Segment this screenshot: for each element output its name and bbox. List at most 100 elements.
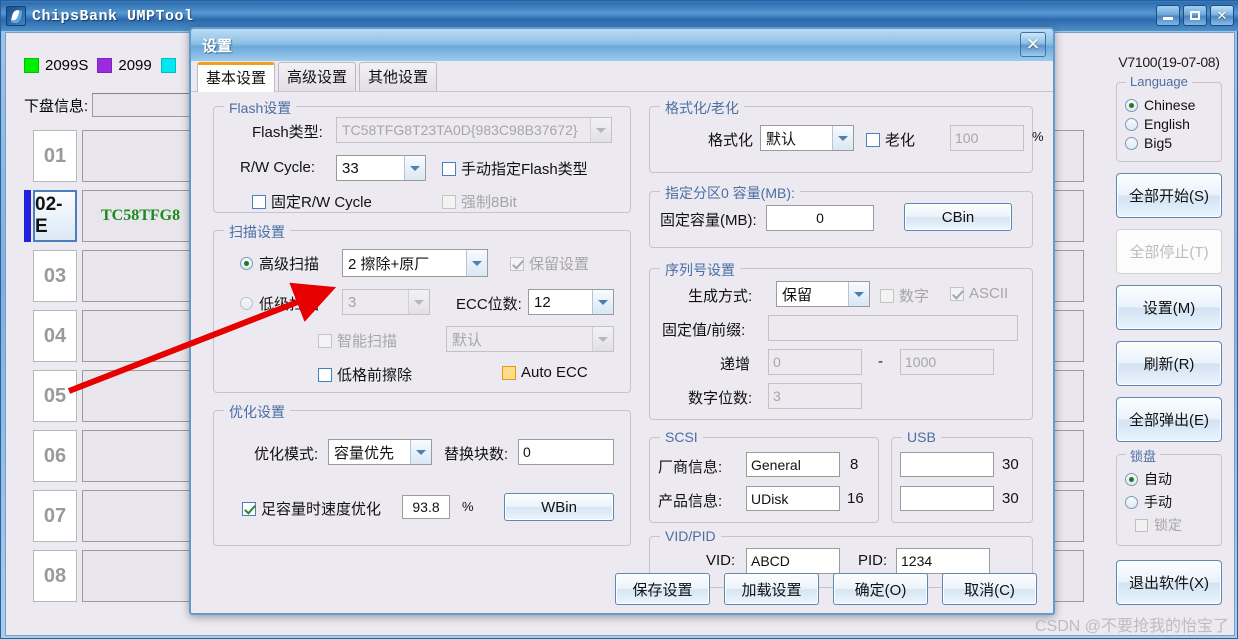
radio-icon (1125, 472, 1138, 486)
aging-value: 100 (955, 130, 979, 146)
save-settings-button[interactable]: 保存设置 (615, 573, 710, 605)
partition-capacity-group: 指定分区0 容量(MB): 固定容量(MB): 0 CBin (649, 183, 1033, 248)
optimize-mode-label: 优化模式: (254, 446, 319, 463)
product-input[interactable]: UDisk (746, 486, 840, 511)
radio-icon (1125, 495, 1138, 509)
load-settings-button[interactable]: 加载设置 (724, 573, 819, 605)
language-option-big5[interactable]: Big5 (1125, 135, 1215, 151)
ok-button[interactable]: 确定(O) (833, 573, 928, 605)
watermark-text: CSDN @不要抢我的怡宝了 (1034, 618, 1229, 635)
window-controls: ✕ (1156, 5, 1234, 26)
language-option-label: English (1144, 116, 1190, 132)
radio-icon (240, 257, 253, 270)
fixed-rw-cycle-label: 固定R/W Cycle (271, 194, 372, 211)
product-value: UDisk (751, 490, 789, 507)
digits-input: 3 (768, 383, 862, 409)
lock-option-auto[interactable]: 自动 (1125, 469, 1215, 489)
increment-to-value: 1000 (905, 354, 937, 370)
advanced-scan-combo[interactable]: 2 擦除+原厂 (342, 249, 488, 277)
vendor-value: General (751, 456, 801, 473)
device-number: 01 (33, 130, 77, 182)
device-number: 03 (33, 250, 77, 302)
tab-other-settings[interactable]: 其他设置 (359, 62, 438, 91)
flash-settings-title: Flash设置 (224, 98, 297, 118)
speed-optimize-label: 足容量时速度优化 (261, 501, 382, 518)
minimize-icon[interactable] (1156, 5, 1180, 26)
close-icon[interactable]: ✕ (1020, 32, 1046, 57)
percent-input[interactable]: 93.8 (402, 495, 450, 519)
optimize-mode-value: 容量优先 (334, 444, 395, 462)
tab-basic-settings[interactable]: 基本设置 (197, 62, 276, 92)
gen-mode-combo[interactable]: 保留 (776, 281, 870, 307)
start-all-button[interactable]: 全部开始(S) (1116, 173, 1222, 218)
manual-flash-type-checkbox[interactable]: 手动指定Flash类型 (442, 158, 588, 179)
vendor-input[interactable]: General (746, 452, 840, 477)
aging-checkbox[interactable]: 老化 (866, 129, 915, 150)
stop-all-button: 全部停止(T) (1116, 229, 1222, 274)
language-option-chinese[interactable]: Chinese (1125, 97, 1215, 113)
chevron-down-icon (408, 290, 429, 314)
pid-input[interactable]: 1234 (896, 548, 990, 574)
settings-button[interactable]: 设置(M) (1116, 285, 1222, 330)
rw-cycle-value: 33 (342, 159, 359, 177)
vendor-length: 8 (850, 456, 859, 473)
maximize-icon[interactable] (1183, 5, 1207, 26)
legend-item-0: 2099S (24, 57, 88, 74)
format-combo[interactable]: 默认 (760, 125, 854, 151)
scsi-title: SCSI (660, 429, 703, 445)
advanced-scan-radio[interactable]: 高级扫描 (240, 253, 319, 274)
serial-number-title: 序列号设置 (660, 260, 740, 280)
ascii-checkbox: ASCII (950, 285, 1008, 302)
usb-field-1[interactable] (900, 452, 994, 477)
language-option-label: Big5 (1144, 135, 1173, 151)
legend-swatch-cyan (160, 58, 176, 73)
close-icon[interactable]: ✕ (1210, 5, 1234, 26)
usb-field-2[interactable] (900, 486, 994, 511)
chip-icon (6, 6, 26, 26)
lock-option-manual[interactable]: 手动 (1125, 492, 1215, 512)
serial-number-group: 序列号设置 生成方式: 保留 数字 ASCII 固定值/前缀: 递增 0 - 1… (649, 260, 1033, 420)
exit-software-button[interactable]: 退出软件(X) (1116, 560, 1222, 605)
optimize-mode-combo[interactable]: 容量优先 (328, 439, 432, 465)
fixed-rw-cycle-checkbox[interactable]: 固定R/W Cycle (252, 191, 372, 212)
wbin-button[interactable]: WBin (504, 493, 614, 521)
cbin-button[interactable]: CBin (904, 203, 1012, 231)
low-scan-label: 低级扫描 (259, 296, 320, 313)
device-marker (24, 250, 31, 302)
rw-cycle-combo[interactable]: 33 (336, 155, 426, 181)
device-number: 02-E (33, 190, 77, 242)
vid-input[interactable]: ABCD (746, 548, 840, 574)
tab-advanced-settings[interactable]: 高级设置 (278, 62, 357, 91)
ecc-bits-combo[interactable]: 12 (528, 289, 614, 315)
chevron-down-icon (832, 126, 853, 150)
replace-blocks-input[interactable]: 0 (518, 439, 614, 465)
device-marker (24, 550, 31, 602)
fixed-capacity-value: 0 (816, 210, 824, 226)
erase-before-lowfmt-checkbox[interactable]: 低格前擦除 (318, 364, 412, 385)
gen-mode-label: 生成方式: (688, 288, 753, 305)
fixed-prefix-label: 固定值/前缀: (662, 322, 746, 339)
refresh-button[interactable]: 刷新(R) (1116, 341, 1222, 386)
erase-before-lowfmt-label: 低格前擦除 (337, 367, 413, 384)
format-aging-title: 格式化/老化 (660, 98, 744, 118)
eject-all-button[interactable]: 全部弹出(E) (1116, 397, 1222, 442)
auto-ecc-checkbox[interactable]: Auto ECC (502, 364, 588, 381)
chevron-down-icon (592, 290, 613, 314)
increment-to-input: 1000 (900, 349, 994, 375)
language-option-english[interactable]: English (1125, 116, 1215, 132)
force-8bit-label: 强制8Bit (461, 194, 517, 211)
vid-value: ABCD (751, 553, 790, 569)
increment-from-input: 0 (768, 349, 862, 375)
speed-optimize-checkbox[interactable]: 足容量时速度优化 (242, 498, 381, 519)
partition-capacity-title: 指定分区0 容量(MB): (660, 183, 800, 203)
version-label: V7100(19-07-08) (1118, 54, 1220, 70)
fixed-capacity-input[interactable]: 0 (766, 205, 874, 231)
aging-value-input: 100 (950, 125, 1024, 151)
low-scan-radio[interactable]: 低级扫描 (240, 293, 319, 314)
advanced-scan-value: 2 擦除+原厂 (348, 255, 430, 273)
cancel-button[interactable]: 取消(C) (942, 573, 1037, 605)
lock-disk-group: 锁盘 自动 手动 锁定 (1116, 446, 1222, 546)
scan-settings-group: 扫描设置 高级扫描 2 擦除+原厂 保留设置 低级扫描 3 ECC位数: 12 … (213, 222, 631, 393)
checkbox-icon (442, 161, 456, 176)
vendor-label: 厂商信息: (658, 459, 723, 476)
